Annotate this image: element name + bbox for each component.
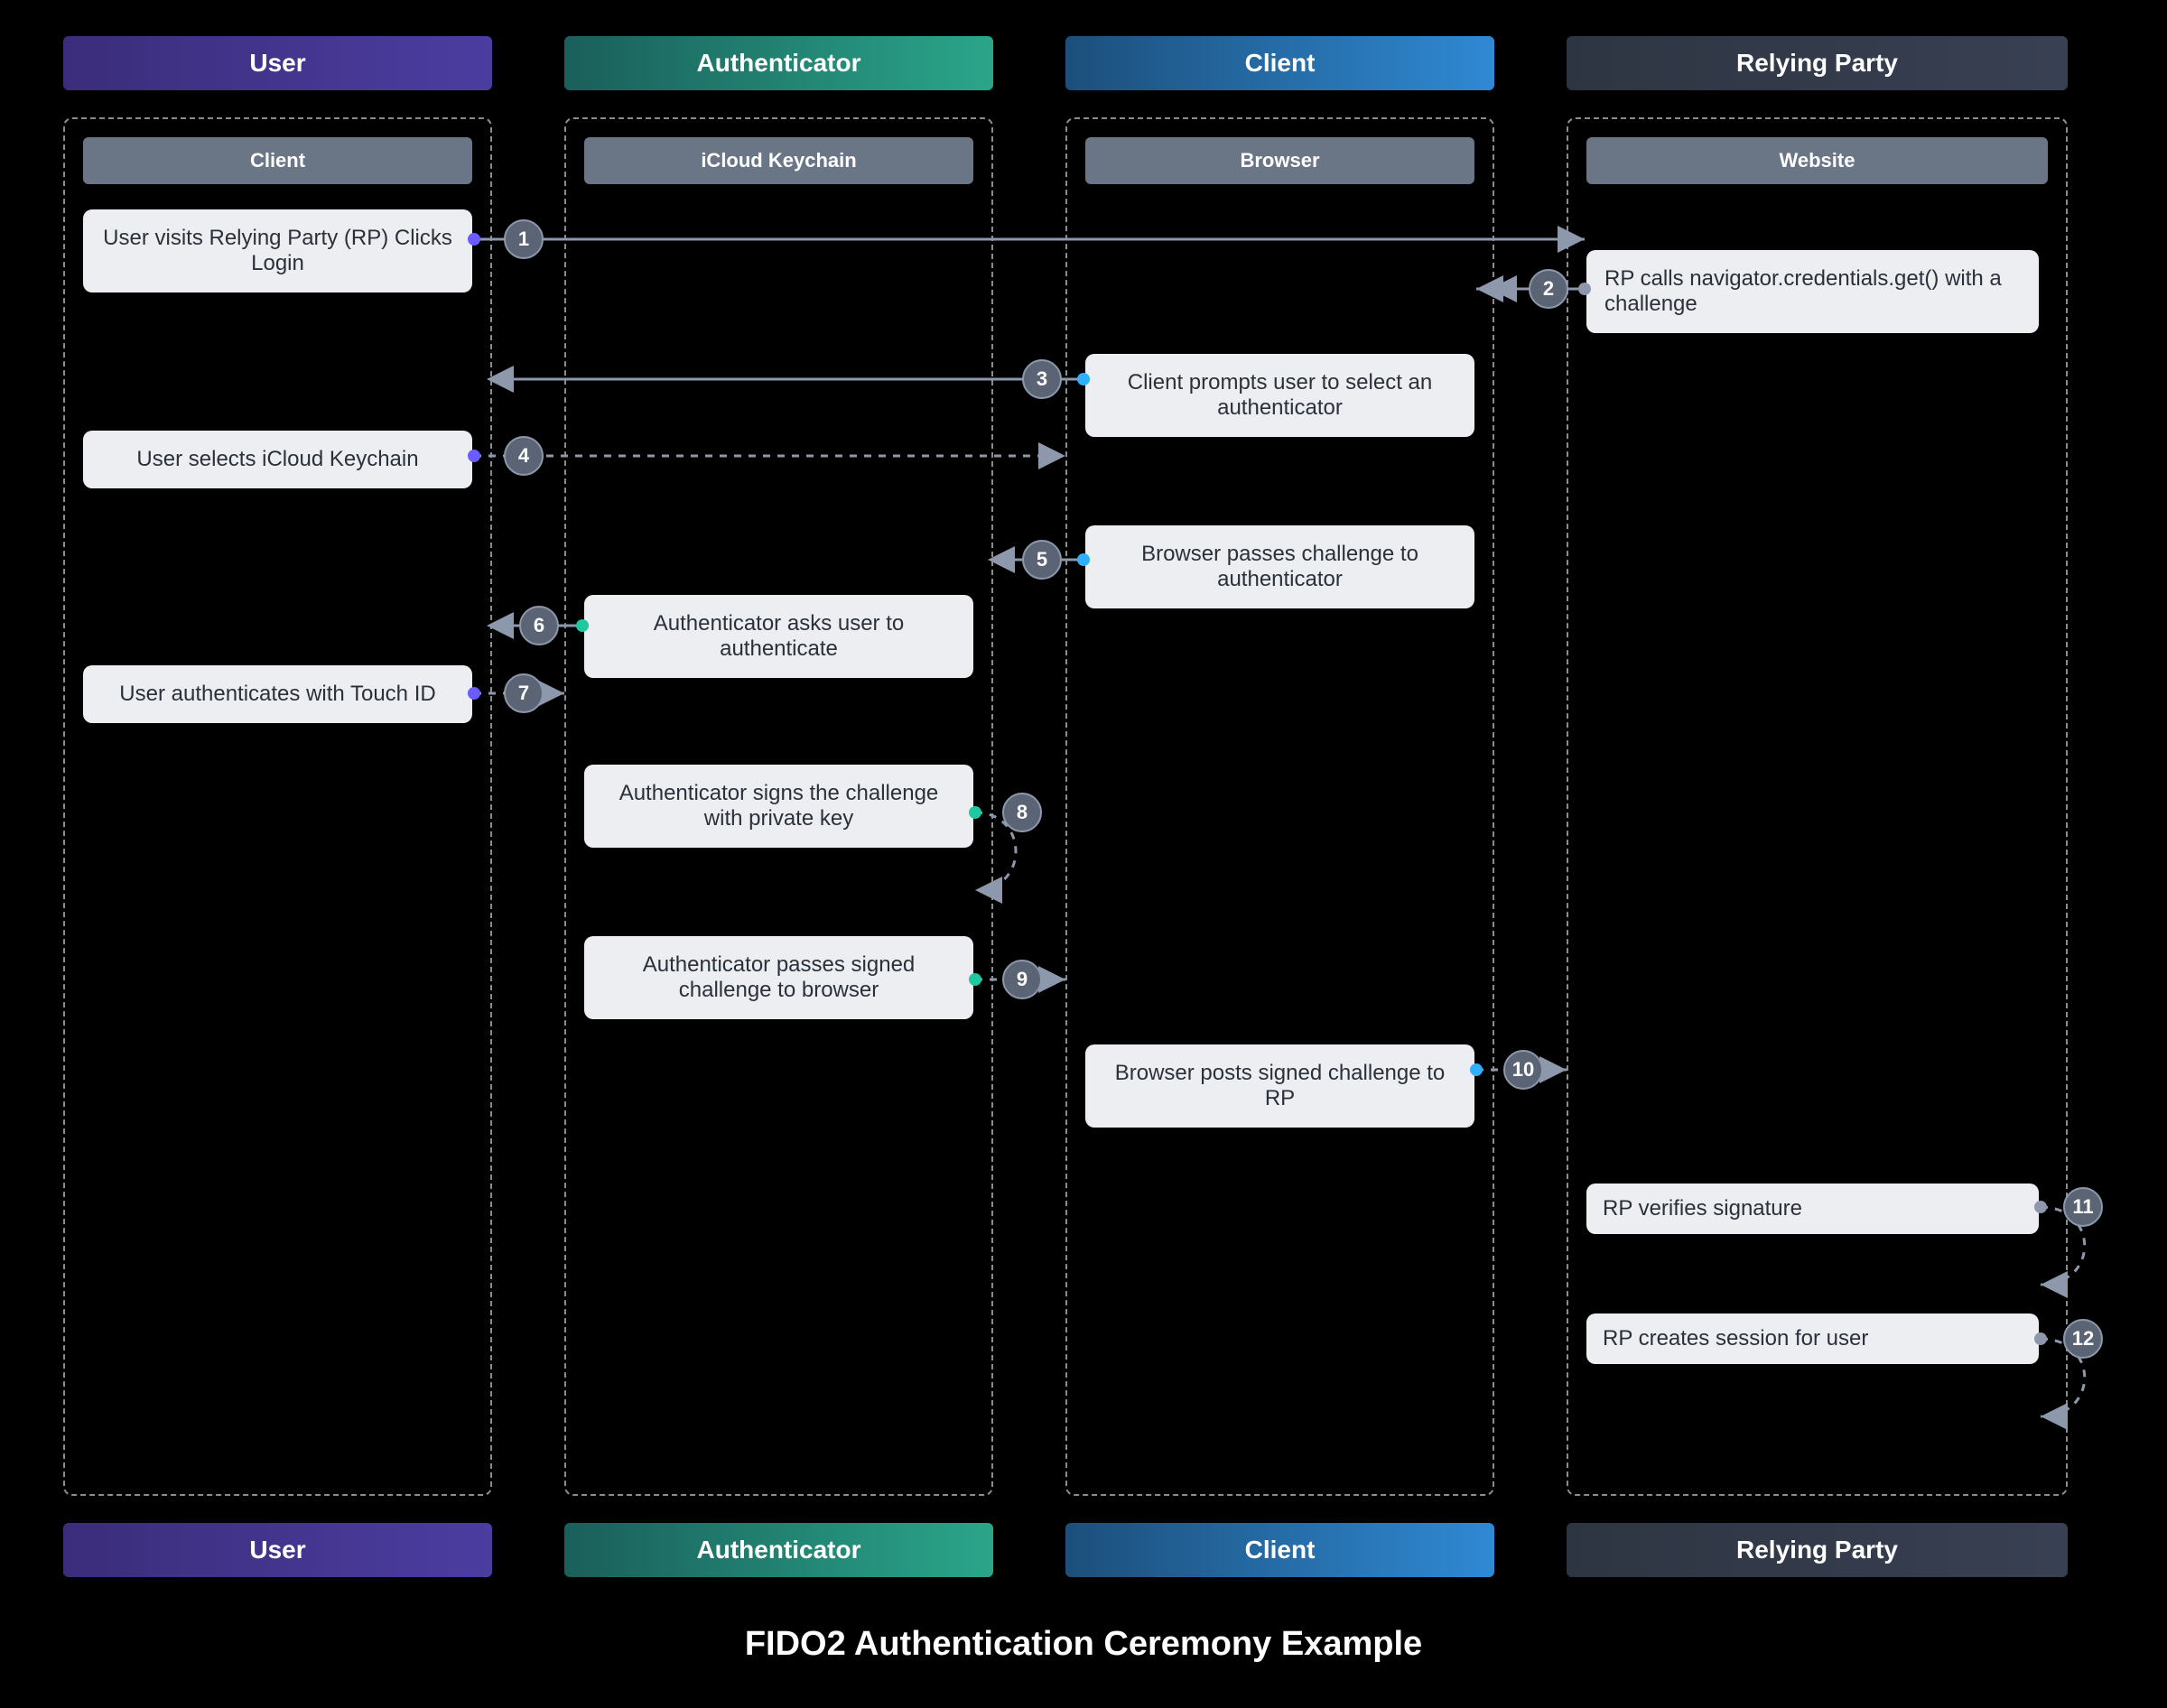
dot-s10	[1470, 1063, 1483, 1076]
dot-s7	[468, 687, 480, 700]
pill-8: 8	[1002, 793, 1042, 832]
pill-3: 3	[1022, 359, 1062, 399]
dot-s11	[2034, 1201, 2047, 1213]
pill-6: 6	[519, 606, 559, 645]
step-5: Browser passes challenge to authenticato…	[1085, 525, 1474, 608]
sublane-header-user: Client	[83, 137, 472, 184]
pill-12: 12	[2063, 1319, 2103, 1359]
pill-4: 4	[504, 436, 544, 476]
lane-rp: Website RP calls navigator.credentials.g…	[1567, 117, 2068, 1496]
column-header-rp: Relying Party	[1567, 36, 2068, 90]
pill-9: 9	[1002, 960, 1042, 999]
step-12: RP creates session for user	[1586, 1313, 2039, 1364]
pill-1: 1	[504, 219, 544, 259]
pill-5: 5	[1022, 540, 1062, 580]
sublane-header-rp: Website	[1586, 137, 2048, 184]
lane-client: Browser Client prompts user to select an…	[1065, 117, 1494, 1496]
step-6: Authenticator asks user to authenticate	[584, 595, 973, 678]
step-7: User authenticates with Touch ID	[83, 665, 472, 723]
lane-user: Client User visits Relying Party (RP) Cl…	[63, 117, 492, 1496]
column-user: User Client User visits Relying Party (R…	[63, 36, 492, 1577]
pill-11: 11	[2063, 1187, 2103, 1227]
dot-s9	[969, 973, 981, 986]
diagram-stage: User Client User visits Relying Party (R…	[0, 0, 2167, 1708]
step-2: RP calls navigator.credentials.get() wit…	[1586, 250, 2039, 333]
column-footer-user: User	[63, 1523, 492, 1577]
column-footer-client: Client	[1065, 1523, 1494, 1577]
column-authenticator: Authenticator iCloud Keychain Authentica…	[564, 36, 993, 1577]
dot-s1	[468, 233, 480, 246]
sublane-header-authenticator: iCloud Keychain	[584, 137, 973, 184]
pill-10: 10	[1503, 1050, 1543, 1090]
column-header-user: User	[63, 36, 492, 90]
column-footer-rp: Relying Party	[1567, 1523, 2068, 1577]
diagram-title: FIDO2 Authentication Ceremony Example	[0, 1625, 2167, 1664]
dot-s4	[468, 450, 480, 462]
pill-7: 7	[504, 673, 544, 713]
step-3: Client prompts user to select an authent…	[1085, 354, 1474, 437]
column-header-authenticator: Authenticator	[564, 36, 993, 90]
column-footer-authenticator: Authenticator	[564, 1523, 993, 1577]
step-10: Browser posts signed challenge to RP	[1085, 1044, 1474, 1128]
step-9: Authenticator passes signed challenge to…	[584, 936, 973, 1019]
sublane-header-client: Browser	[1085, 137, 1474, 184]
dot-s6	[576, 619, 589, 632]
column-header-client: Client	[1065, 36, 1494, 90]
step-8: Authenticator signs the challenge with p…	[584, 765, 973, 848]
dot-s5	[1077, 553, 1090, 566]
dot-s12	[2034, 1332, 2047, 1345]
step-4: User selects iCloud Keychain	[83, 431, 472, 488]
column-relying-party: Relying Party Website RP calls navigator…	[1567, 36, 2068, 1577]
step-11: RP verifies signature	[1586, 1184, 2039, 1234]
lane-authenticator: iCloud Keychain Authenticator asks user …	[564, 117, 993, 1496]
dot-s2	[1578, 283, 1591, 295]
column-client: Client Browser Client prompts user to se…	[1065, 36, 1494, 1577]
pill-2: 2	[1529, 269, 1568, 309]
dot-s3	[1077, 373, 1090, 385]
dot-s8	[969, 806, 981, 819]
step-1: User visits Relying Party (RP) Clicks Lo…	[83, 209, 472, 292]
